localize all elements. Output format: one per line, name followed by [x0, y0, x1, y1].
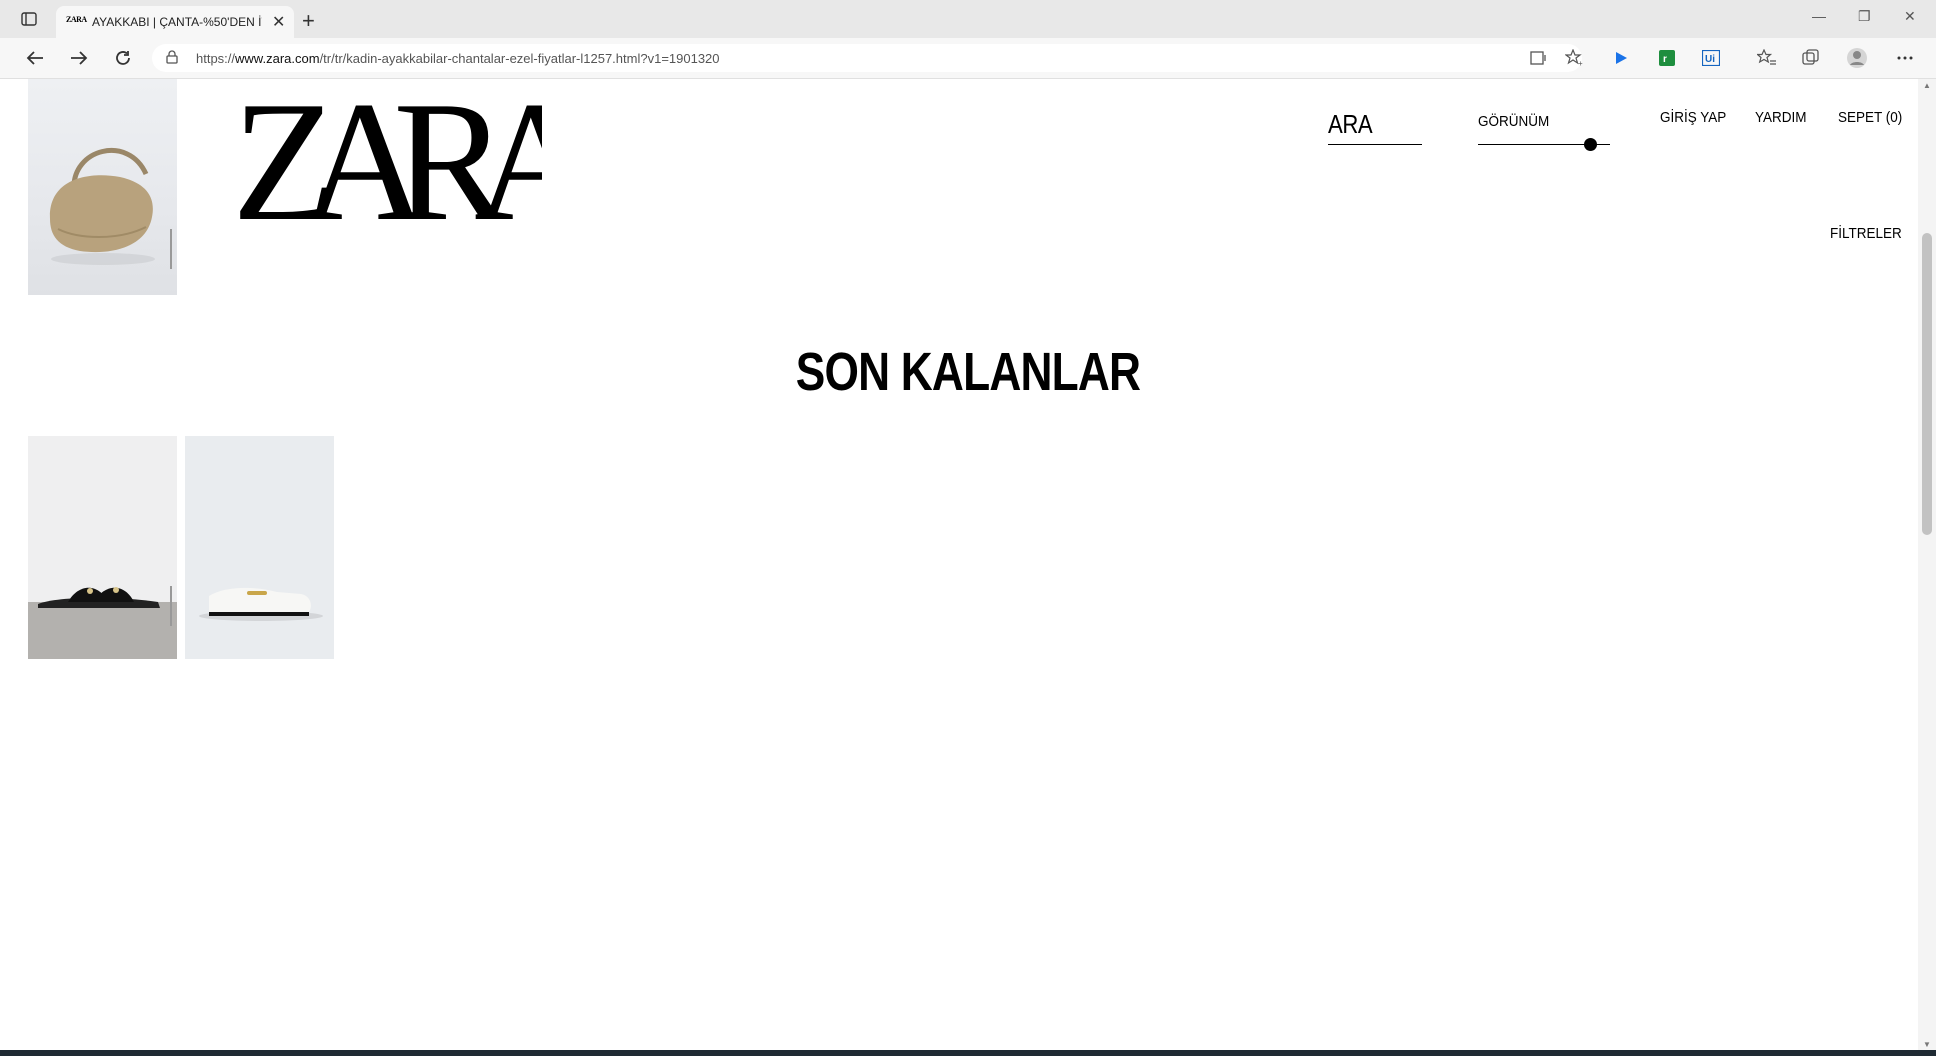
refresh-icon[interactable]	[110, 46, 136, 70]
view-label: GÖRÜNÜM	[1478, 113, 1550, 130]
lock-icon	[166, 50, 178, 69]
filters-button[interactable]: FİLTRELER	[1830, 225, 1902, 242]
address-bar[interactable]: https://www.zara.com/tr/tr/kadin-ayakkab…	[152, 44, 1582, 72]
page-content: ZARA ARA GÖRÜNÜM GİRİŞ YAP YARDIM SEPET …	[0, 79, 1936, 1051]
login-link[interactable]: GİRİŞ YAP	[1660, 109, 1726, 126]
collections-icon[interactable]	[1800, 47, 1822, 69]
view-slider[interactable]: GÖRÜNÜM	[1478, 113, 1612, 151]
scrollbar-thumb[interactable]	[1922, 233, 1932, 535]
scroll-up-icon[interactable]: ▲	[1923, 81, 1931, 90]
zara-favicon-icon: ZARA	[66, 15, 87, 24]
green-extension-icon[interactable]: r	[1656, 47, 1678, 69]
scroll-down-icon[interactable]: ▼	[1923, 1040, 1931, 1049]
loafer-product-image[interactable]	[185, 436, 334, 659]
forward-icon[interactable]	[66, 46, 92, 70]
taskbar	[0, 1050, 1936, 1056]
minimize-icon[interactable]: —	[1812, 8, 1826, 24]
more-menu-icon[interactable]	[1894, 47, 1916, 69]
section-title: SON KALANLAR	[795, 342, 1141, 402]
favorite-add-icon[interactable]: +	[1564, 47, 1586, 69]
window-close-icon[interactable]: ✕	[1904, 8, 1916, 25]
browser-toolbar: https://www.zara.com/tr/tr/kadin-ayakkab…	[0, 38, 1936, 79]
zara-logo-mark: ZARA	[232, 79, 631, 257]
tab-title: AYAKKABI | ÇANTA-%50'DEN İTİBAREN	[92, 15, 262, 29]
view-slider-thumb[interactable]	[1583, 138, 1597, 151]
back-icon[interactable]	[22, 46, 48, 70]
tab-actions-icon[interactable]	[18, 10, 40, 28]
cart-link[interactable]: SEPET (0)	[1838, 109, 1902, 126]
ui-extension-icon[interactable]: Ui	[1700, 47, 1722, 69]
search-label: ARA	[1328, 109, 1373, 139]
sandal-product-image[interactable]	[28, 436, 177, 659]
tab-close-icon[interactable]: ✕	[272, 12, 285, 32]
browser-tab[interactable]: ZARA AYAKKABI | ÇANTA-%50'DEN İTİBAREN ✕	[56, 6, 294, 38]
browser-tab-bar: ZARA AYAKKABI | ÇANTA-%50'DEN İTİBAREN ✕…	[0, 0, 1936, 38]
restore-icon[interactable]: ❐	[1858, 8, 1871, 25]
profile-avatar-icon[interactable]	[1846, 47, 1868, 69]
bag-product-image[interactable]	[28, 79, 177, 295]
svg-text:Ui: Ui	[1705, 54, 1715, 65]
read-aloud-icon[interactable]	[1528, 47, 1550, 69]
svg-text:ZARA: ZARA	[232, 91, 542, 231]
svg-text:+: +	[1578, 59, 1583, 67]
search-input[interactable]: ARA	[1328, 109, 1422, 145]
play-extension-icon[interactable]	[1610, 47, 1632, 69]
zara-logo[interactable]: ZARA	[232, 79, 631, 257]
url-text: https://www.zara.com/tr/tr/kadin-ayakkab…	[196, 51, 720, 66]
help-link[interactable]: YARDIM	[1755, 109, 1807, 126]
vertical-scrollbar[interactable]: ▲ ▼	[1918, 79, 1936, 1051]
new-tab-icon[interactable]: +	[302, 8, 315, 34]
svg-text:r: r	[1663, 54, 1667, 65]
favorites-icon[interactable]	[1756, 47, 1778, 69]
